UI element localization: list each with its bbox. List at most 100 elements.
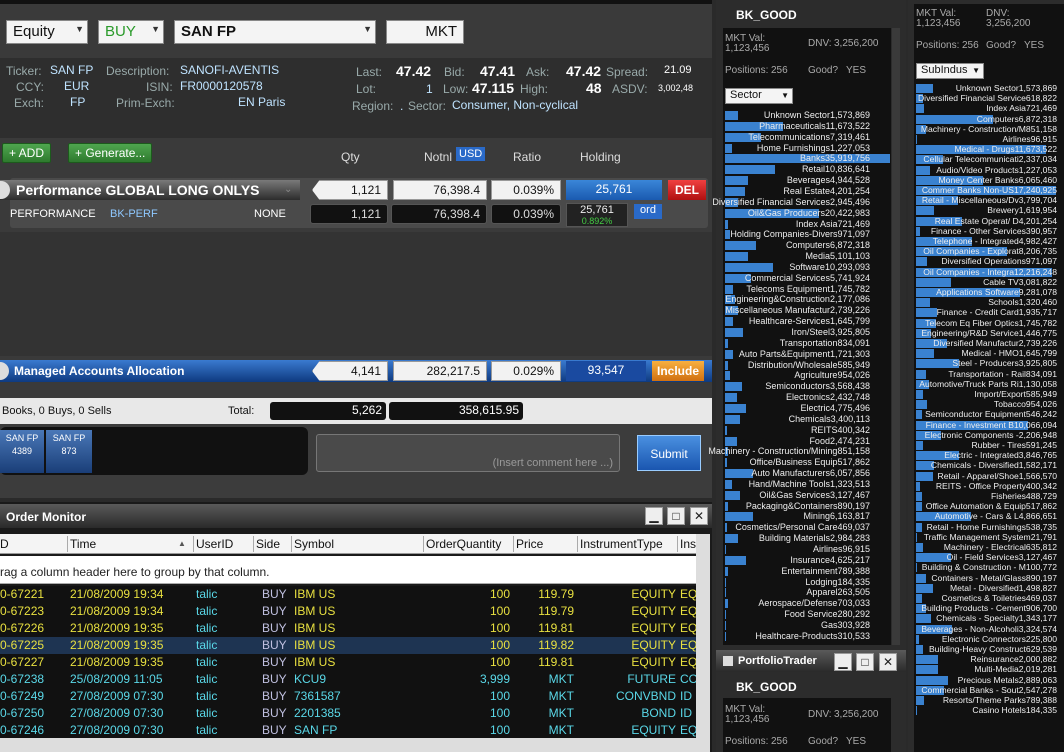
side-select[interactable]: BUY ▼ [98,20,164,44]
vertical-scrollbar[interactable] [892,28,900,645]
sector-item[interactable]: Computers6,872,318 [786,240,870,250]
asset-type-select[interactable]: Equity ▼ [6,20,88,44]
subindustry-item[interactable]: Cable TV3,081,822 [983,277,1057,287]
subindustry-item[interactable]: Retail - Home Furnishings538,735 [927,522,1057,532]
subindustry-item[interactable]: Medical - HMO1,645,799 [961,348,1057,358]
subindustry-item[interactable]: Chemicals - Diversified1,582,171 [931,460,1057,470]
sector-item[interactable]: Telecoms Equipment1,745,782 [746,284,870,294]
table-row[interactable]: 0-67227 21/08/2009 19:35 talic BUY IBM US 100… [0,654,696,671]
sector-item[interactable]: Agriculture954,026 [794,370,870,380]
sector-item[interactable]: Food Service280,292 [784,609,870,619]
subindustry-item[interactable]: Retail - Apparel/Shoe1,566,570 [938,471,1057,481]
sector-item[interactable]: Pharmaceuticals11,673,522 [759,121,870,131]
sector-item[interactable]: Oil&Gas Producers20,422,983 [748,208,870,218]
column-divider[interactable] [253,536,254,552]
subindustry-item[interactable]: Unknown Sector1,573,869 [956,83,1057,93]
table-row[interactable]: 0-67225 21/08/2009 19:35 talic BUY IBM US 100… [0,637,696,654]
sector-item[interactable]: Beverages4,944,528 [787,175,870,185]
subindustry-item[interactable]: Computers6,872,318 [977,114,1057,124]
column-divider[interactable] [291,536,292,552]
subindustry-item[interactable]: Rubber - Tires591,245 [971,440,1057,450]
sector-item[interactable]: Gas303,928 [821,620,870,630]
sector-item[interactable]: Commercial Services5,741,924 [745,273,870,283]
subindustry-item[interactable]: Telecom Eq Fiber Optics1,745,782 [925,318,1057,328]
sector-item[interactable]: Lodging184,335 [805,577,870,587]
order-tile[interactable]: SAN FP 4389 [0,430,44,473]
subindustry-item[interactable]: Building & Construction - M100,772 [922,562,1057,572]
subindustry-item[interactable]: Building Products - Cement906,700 [921,603,1057,613]
subindustry-item[interactable]: Electric - Integrated3,846,765 [944,450,1057,460]
subindustry-item[interactable]: Medical - Drugs11,673,522 [954,144,1057,154]
column-divider[interactable] [67,536,68,552]
sector-item[interactable]: Building Materials2,984,283 [759,533,870,543]
maximize-icon[interactable]: □ [667,507,685,525]
subindustry-item[interactable]: Cosmetics & Toiletries469,037 [942,593,1057,603]
subindustry-item[interactable]: Electronic Components -2,206,948 [925,430,1057,440]
subindus-dropdown[interactable]: SubIndus ▼ [916,63,984,79]
performance-ratio[interactable]: 0.039% [491,180,561,200]
subindustry-item[interactable]: Applications Software9,281,078 [936,287,1057,297]
sector-item[interactable]: Cosmetics/Personal Care469,037 [735,522,870,532]
subindustry-item[interactable]: Cellular Telecommunicati2,337,034 [923,154,1057,164]
sector-item[interactable]: Packaging&Containers890,197 [746,501,870,511]
subindustry-item[interactable]: Oil Companies - Integra12,216,248 [923,267,1057,277]
table-row[interactable]: 0-67226 21/08/2009 19:35 talic BUY IBM US 100… [0,620,696,637]
performance-notnl[interactable]: 76,398.4 [393,180,487,200]
sector-item[interactable]: Unknown Sector1,573,869 [764,110,870,120]
managed-ratio[interactable]: 0.029% [491,361,561,381]
sector-item[interactable]: Iron/Steel3,925,805 [791,327,870,337]
subindustry-item[interactable]: Machinery - Construction/M851,158 [921,124,1057,134]
column-header[interactable]: OrderQuantity [426,537,501,551]
subindustry-item[interactable]: Oil - Field Services3,127,467 [947,552,1057,562]
sector-item[interactable]: Auto Parts&Equipment1,721,303 [739,349,870,359]
subindustry-item[interactable]: Diversified Manufactur2,739,226 [933,338,1057,348]
usd-toggle[interactable]: USD [456,147,486,161]
sector-item[interactable]: Oil&Gas Services3,127,467 [759,490,870,500]
subindustry-item[interactable]: Transportation - Rail834,091 [948,369,1057,379]
sector-item[interactable]: Insurance4,625,217 [790,555,870,565]
subindustry-item[interactable]: Oil Companies - Explorat8,206,735 [923,246,1057,256]
subindustry-item[interactable]: Casino Hotels184,335 [972,705,1057,715]
subindustry-item[interactable]: Tobacco954,026 [994,399,1057,409]
sector-item[interactable]: Apparel263,505 [806,587,870,597]
order-type-field[interactable]: MKT [386,20,464,44]
subindustry-item[interactable]: Automotive/Truck Parts Ri1,130,058 [919,379,1057,389]
subindustry-item[interactable]: Finance - Credit Card1,935,717 [937,307,1057,317]
subindustry-item[interactable]: Import/Export585,949 [974,389,1057,399]
subindustry-item[interactable]: Engineering/R&D Service1,446,775 [921,328,1057,338]
column-divider[interactable] [423,536,424,552]
column-header[interactable]: D [0,537,9,551]
subindustry-item[interactable]: Real Estate Operat/ D4,201,254 [935,216,1057,226]
subindustry-item[interactable]: Diversified Financial Service618,822 [918,93,1057,103]
subindustry-item[interactable]: Audio/Video Products1,227,053 [936,165,1057,175]
maximize-icon[interactable]: □ [856,653,874,671]
subindustry-item[interactable]: Steel - Producers3,925,805 [952,358,1057,368]
sector-item[interactable]: REITS400,342 [811,425,870,435]
sector-item[interactable]: Transportation834,091 [780,338,870,348]
subindustry-item[interactable]: Airlines96,915 [1003,134,1057,144]
subindustry-item[interactable]: Schools1,320,460 [988,297,1057,307]
column-header[interactable]: Ins [680,537,696,551]
managed-qty[interactable]: 4,141 [312,361,388,381]
close-icon[interactable]: ✕ [879,653,897,671]
subindustry-item[interactable]: Traffic Management System21,791 [924,532,1057,542]
subindustry-item[interactable]: Finance - Investment B10,066,094 [926,420,1057,430]
subindustry-item[interactable]: Semiconductor Equipment546,242 [925,409,1057,419]
sector-item[interactable]: Index Asia721,469 [796,219,870,229]
subindustry-item[interactable]: Metal - Diversified1,498,827 [950,583,1057,593]
order-tile[interactable]: SAN FP 873 [46,430,92,473]
performance-qty[interactable]: 1,121 [312,180,388,200]
sub-qty[interactable]: 1,121 [310,204,388,224]
subindustry-item[interactable]: Chemicals - Specialty1,343,177 [936,613,1057,623]
sector-item[interactable]: Semiconductors3,568,438 [765,381,870,391]
subindustry-item[interactable]: Fisheries488,729 [991,491,1057,501]
add-button[interactable]: + ADD [2,143,52,163]
subindustry-item[interactable]: Retail - Miscellaneous/Dv3,799,704 [922,195,1057,205]
sector-item[interactable]: Banks35,919,756 [800,153,870,163]
sector-item[interactable]: Distribution/Wholesale585,949 [748,360,870,370]
subindustry-item[interactable]: Telephone - Integrated4,982,427 [933,236,1057,246]
sector-item[interactable]: Engineering&Construction2,177,086 [725,294,870,304]
table-row[interactable]: 0-67223 21/08/2009 19:34 talic BUY IBM US 100… [0,603,696,620]
sector-item[interactable]: Healthcare-Services1,645,799 [749,316,870,326]
table-row[interactable]: 0-67250 27/08/2009 07:30 talic BUY 2201385 10… [0,705,696,722]
